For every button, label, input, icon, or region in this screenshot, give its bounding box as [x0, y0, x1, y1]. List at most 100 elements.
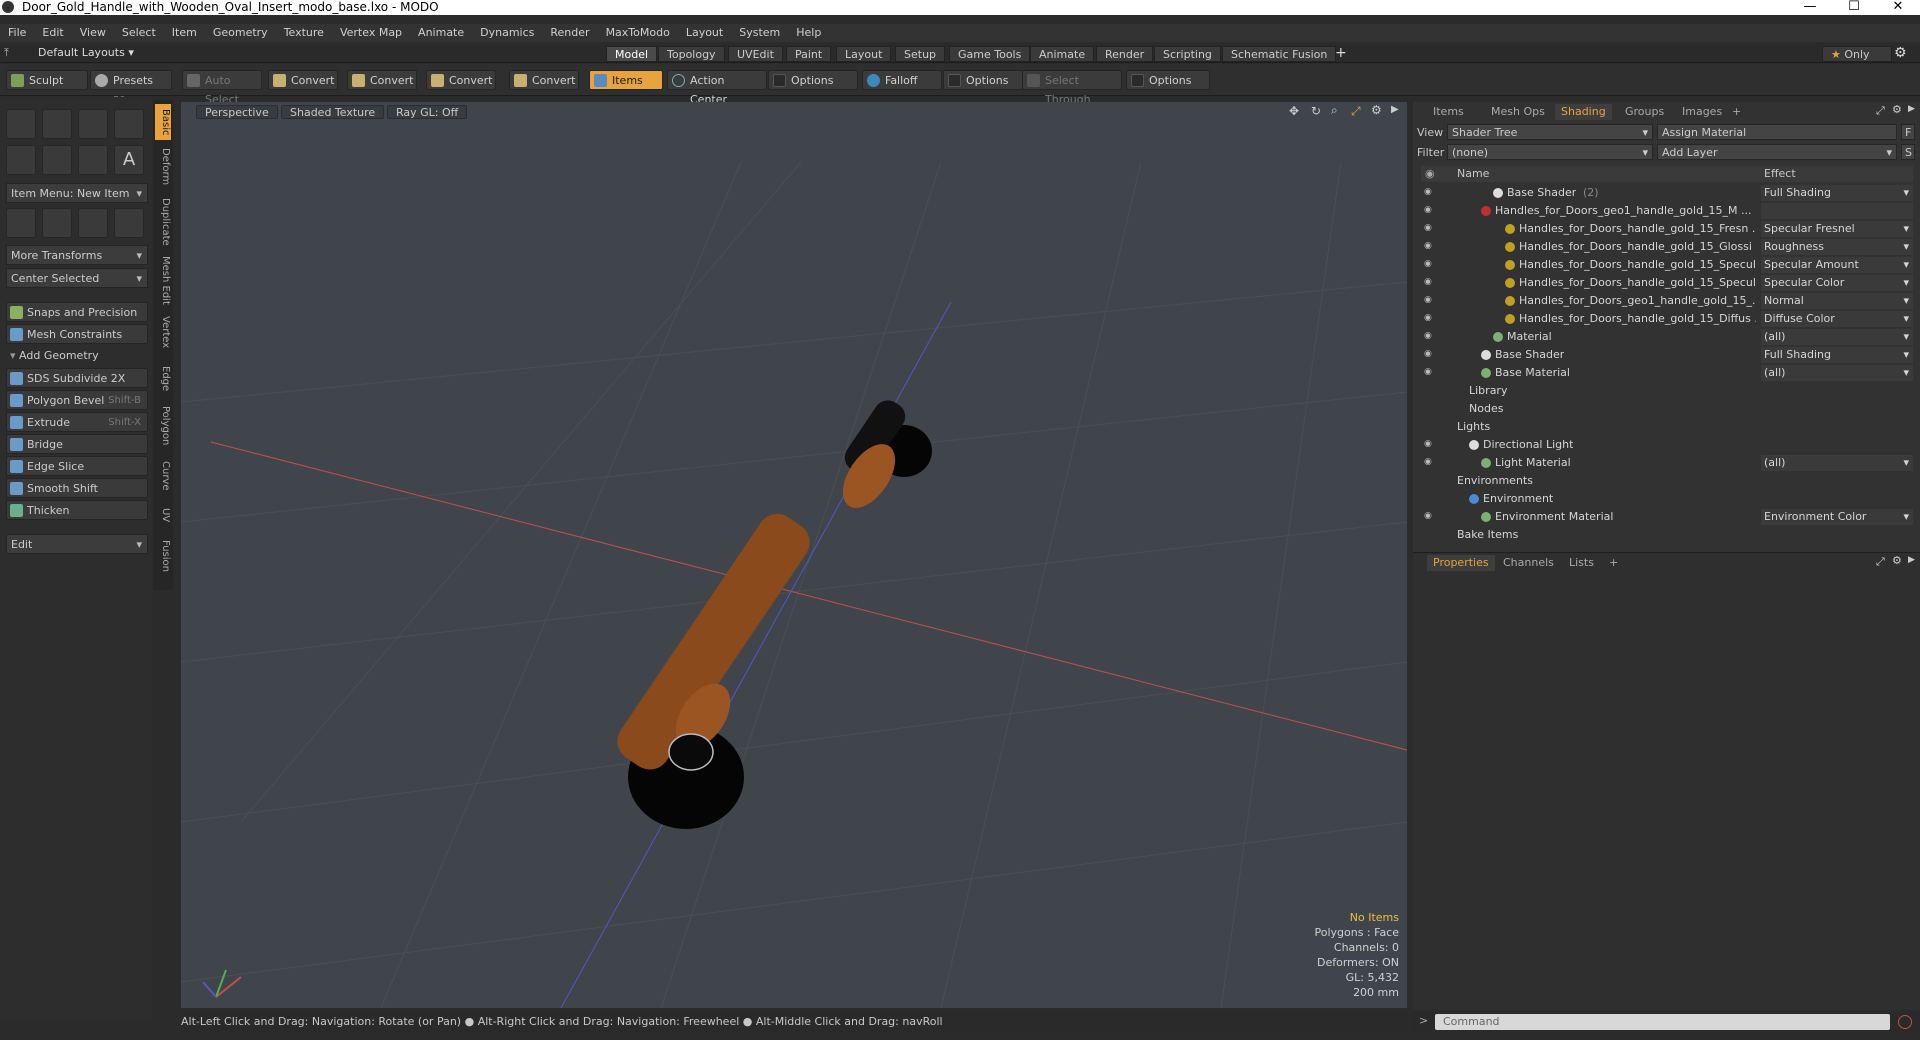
shader-tree-row[interactable]: ◉ Handles_for_Doors_handle_gold_15_Glossi… [1421, 238, 1913, 256]
props-gear-icon[interactable]: ⚙ [1892, 554, 1902, 567]
visibility-eye-icon[interactable]: ◉ [1424, 278, 1436, 287]
pyramid-icon[interactable] [114, 208, 144, 238]
vtab-vertex[interactable]: Vertex [155, 312, 171, 352]
shader-tree-row[interactable]: ◉ Base Shader (2) Full Shading [1421, 184, 1913, 202]
torus-icon[interactable] [6, 145, 36, 175]
expand-arrow-icon[interactable]: ▶ [1391, 104, 1399, 115]
shader-tree-row[interactable]: Nodes [1421, 400, 1913, 418]
capsule-icon[interactable] [42, 145, 72, 175]
menu-layout[interactable]: Layout [678, 24, 731, 42]
falloff-options-button[interactable]: Options [943, 70, 1023, 90]
command-input[interactable]: Command [1435, 1014, 1890, 1030]
more-transforms-dropdown[interactable]: More Transforms [6, 245, 148, 265]
tab-animate[interactable]: Animate [1030, 46, 1095, 62]
vtab-mesh-edit[interactable]: Mesh Edit [155, 254, 171, 306]
menu-item[interactable]: Item [164, 24, 205, 42]
polygon-bevel-button[interactable]: Polygon Bevel Shift-B [6, 390, 148, 410]
bridge-button[interactable]: Bridge [6, 434, 148, 454]
convert-button-1[interactable]: Convert [268, 70, 338, 90]
tab-uvedit[interactable]: UVEdit [728, 46, 783, 62]
effect-dropdown[interactable]: Specular Amount [1761, 257, 1913, 273]
visibility-eye-icon[interactable]: ◉ [1424, 224, 1436, 233]
menu-texture[interactable]: Texture [276, 24, 332, 42]
gear-icon[interactable]: ⚙ [1894, 45, 1907, 61]
menu-dynamics[interactable]: Dynamics [472, 24, 542, 42]
items-mode-button[interactable]: Items [589, 70, 663, 90]
falloff-button[interactable]: Falloff [862, 70, 942, 90]
tab-scripting[interactable]: Scripting [1154, 46, 1221, 62]
view-settings-gear-icon[interactable]: ⚙ [1371, 103, 1382, 117]
tab-shading[interactable]: Shading [1555, 104, 1612, 120]
globe-icon[interactable] [78, 208, 108, 238]
tab-layout[interactable]: Layout [836, 46, 892, 62]
add-layer-dropdown[interactable]: Add Layer [1657, 144, 1897, 160]
cone-icon[interactable] [114, 109, 144, 139]
menu-system[interactable]: System [731, 24, 788, 42]
menu-file[interactable]: File [0, 24, 34, 42]
tab-paint[interactable]: Paint [786, 46, 832, 62]
tab-setup[interactable]: Setup [895, 46, 946, 62]
effect-dropdown[interactable]: (all) [1761, 365, 1913, 381]
ray-gl-button[interactable]: Ray GL: Off [387, 105, 468, 119]
visibility-eye-icon[interactable]: ◉ [1424, 332, 1436, 341]
tab-channels[interactable]: Channels [1497, 555, 1560, 571]
view-dropdown[interactable]: Shader Tree [1447, 124, 1653, 140]
smooth-shift-button[interactable]: Smooth Shift [6, 478, 148, 498]
vtab-fusion[interactable]: Fusion [155, 534, 171, 578]
s-button[interactable]: S [1901, 144, 1915, 160]
effect-dropdown[interactable] [1761, 203, 1913, 219]
text-tool-icon[interactable]: A [114, 145, 144, 175]
tab-lists[interactable]: Lists [1563, 555, 1600, 571]
expand-panel-icon[interactable]: ⤢ [1876, 104, 1885, 118]
vtab-duplicate[interactable]: Duplicate [155, 196, 171, 248]
shader-tree-row[interactable]: ◉ Directional Light [1421, 436, 1913, 454]
shaded-texture-button[interactable]: Shaded Texture [281, 105, 385, 119]
menu-animate[interactable]: Animate [410, 24, 472, 42]
effect-dropdown[interactable]: Normal [1761, 293, 1913, 309]
add-props-tab-button[interactable]: + [1603, 555, 1624, 571]
move-view-icon[interactable]: ✥ [1289, 104, 1299, 118]
shader-tree-row[interactable]: ◉ Light Material (all) [1421, 454, 1913, 472]
menu-help[interactable]: Help [788, 24, 829, 42]
extrude-button[interactable]: Extrude Shift-X [6, 412, 148, 432]
expand-props-icon[interactable]: ⤢ [1876, 555, 1885, 569]
name-column-header[interactable]: Name [1457, 166, 1489, 182]
presets-button[interactable]: Presets F6 [90, 70, 172, 106]
grid-icon[interactable] [42, 208, 72, 238]
shader-tree-row[interactable]: ◉ Material (all) [1421, 328, 1913, 346]
shader-tree-row[interactable]: ◉ Handles_for_Doors_handle_gold_15_Diffus… [1421, 310, 1913, 328]
add-tab-button[interactable]: + [1726, 104, 1747, 120]
visibility-eye-icon[interactable]: ◉ [1424, 368, 1436, 377]
convert-button-2[interactable]: Convert [347, 70, 417, 90]
menu-geometry[interactable]: Geometry [205, 24, 276, 42]
tab-model[interactable]: Model [606, 46, 658, 62]
panel-arrow-icon[interactable]: ▶ [1908, 104, 1915, 114]
item-menu-dropdown[interactable]: Item Menu: New Item [6, 183, 148, 203]
shader-tree-row[interactable]: Environments [1421, 472, 1913, 490]
effect-dropdown[interactable]: Roughness [1761, 239, 1913, 255]
effect-dropdown[interactable]: (all) [1761, 329, 1913, 345]
visibility-eye-icon[interactable]: ◉ [1424, 512, 1436, 521]
maximize-button[interactable]: ☐ [1832, 0, 1876, 14]
tab-groups[interactable]: Groups [1619, 104, 1670, 120]
visibility-eye-icon[interactable]: ◉ [1424, 350, 1436, 359]
shader-tree-row[interactable]: ◉ Handles_for_Doors_handle_gold_15_Specul… [1421, 274, 1913, 292]
shader-tree-row[interactable]: ◉ Handles_for_Doors_handle_gold_15_Fresn … [1421, 220, 1913, 238]
f-button[interactable]: F [1901, 124, 1915, 140]
filter-dropdown[interactable]: (none) [1447, 144, 1653, 160]
menu-maxtomodo[interactable]: MaxToModo [598, 24, 678, 42]
tab-schematic-fusion[interactable]: Schematic Fusion [1222, 46, 1337, 62]
visibility-eye-icon[interactable]: ◉ [1424, 296, 1436, 305]
add-geometry-header[interactable]: ▾ Add Geometry [10, 349, 99, 362]
effect-dropdown[interactable]: Specular Color [1761, 275, 1913, 291]
tab-images[interactable]: Images [1676, 104, 1728, 120]
only-toggle[interactable]: ★ Only [1822, 46, 1892, 62]
visibility-eye-icon[interactable]: ◉ [1424, 314, 1436, 323]
tab-game-tools[interactable]: Game Tools [949, 46, 1031, 62]
center-selected-dropdown[interactable]: Center Selected [6, 268, 148, 288]
vtab-deform[interactable]: Deform [155, 144, 171, 190]
minimize-button[interactable]: — [1788, 0, 1832, 14]
visibility-eye-icon[interactable]: ◉ [1424, 188, 1436, 197]
vtab-basic[interactable]: Basic [155, 104, 171, 140]
menu-render[interactable]: Render [542, 24, 597, 42]
